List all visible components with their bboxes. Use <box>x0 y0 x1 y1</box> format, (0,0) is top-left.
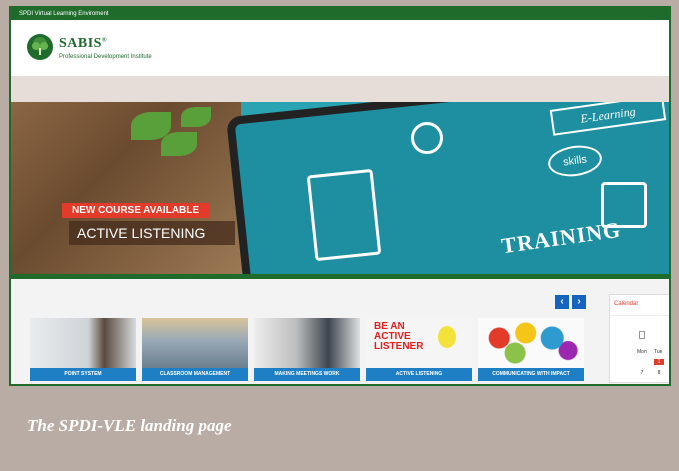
course-card-label: MAKING MEETINGS WORK <box>254 368 360 381</box>
brand-subtitle: Professional Development Institute <box>59 54 152 60</box>
carousel-next-button[interactable]: › <box>572 295 586 309</box>
brand-name[interactable]: SABIS® <box>59 36 107 52</box>
course-card-active-listening[interactable]: BE AN ACTIVE LISTENER ACTIVE LISTENING <box>366 318 472 381</box>
course-card-communicating-with-impact[interactable]: COMMUNICATING WITH IMPACT <box>478 318 584 381</box>
course-card-label: COMMUNICATING WITH IMPACT <box>478 368 584 381</box>
magnifier-doodle-icon <box>411 122 443 154</box>
calendar-day-header: Mon <box>637 349 647 355</box>
be-an-active-listener-artwork: BE AN ACTIVE LISTENER <box>374 321 424 352</box>
calendar-prev-month-icon[interactable] <box>639 331 645 339</box>
sabis-logo-icon[interactable] <box>27 34 53 60</box>
new-course-badge: NEW COURSE AVAILABLE <box>62 203 210 218</box>
chevron-right-icon: › <box>577 296 581 307</box>
calendar-day-header: Tue <box>654 349 663 355</box>
course-carousel: ‹ › POINT SYSTEM CLASSROOM MANAGEMENT MA… <box>11 279 669 383</box>
course-card-label: POINT SYSTEM <box>30 368 136 381</box>
calendar-widget: Calendar Mon Tue 1 7 8 <box>609 294 669 383</box>
plant-leaf <box>181 107 211 127</box>
calendar-date[interactable]: 7 <box>637 370 647 376</box>
figure-caption: The SPDI-VLE landing page <box>27 416 232 435</box>
course-card-point-system[interactable]: POINT SYSTEM <box>30 318 136 381</box>
course-card-making-meetings-work[interactable]: MAKING MEETINGS WORK <box>254 318 360 381</box>
hero-course-title[interactable]: ACTIVE LISTENING <box>69 221 235 245</box>
course-thumbnail <box>254 318 360 368</box>
site-title: SPDI Virtual Learning Enviroment <box>19 11 109 17</box>
plant-leaf <box>161 132 197 156</box>
calendar-date-highlighted[interactable]: 1 <box>654 359 664 365</box>
calendar-date[interactable]: 8 <box>654 370 664 376</box>
course-thumbnail: BE AN ACTIVE LISTENER <box>366 318 472 368</box>
lightbulb-icon <box>438 326 456 348</box>
site-header: SABIS® Professional Development Institut… <box>11 20 669 76</box>
course-thumbnail <box>30 318 136 368</box>
course-thumbnail <box>478 318 584 368</box>
course-thumbnail <box>142 318 248 368</box>
carousel-prev-button[interactable]: ‹ <box>555 295 569 309</box>
chevron-left-icon: ‹ <box>560 296 564 307</box>
course-card-classroom-management[interactable]: CLASSROOM MANAGEMENT <box>142 318 248 381</box>
browser-frame: SPDI Virtual Learning Enviroment SABIS® … <box>9 6 671 386</box>
calendar-title: Calendar <box>610 295 669 316</box>
course-card-label: ACTIVE LISTENING <box>366 368 472 381</box>
hero-desk-image <box>11 102 241 279</box>
course-card-label: CLASSROOM MANAGEMENT <box>142 368 248 381</box>
site-topbar: SPDI Virtual Learning Enviroment <box>11 8 669 20</box>
header-spacer-band <box>11 76 669 102</box>
hero-banner[interactable]: E-Learning skills TRAINING NEW COURSE AV… <box>11 102 669 279</box>
document-doodle-icon <box>306 168 382 262</box>
